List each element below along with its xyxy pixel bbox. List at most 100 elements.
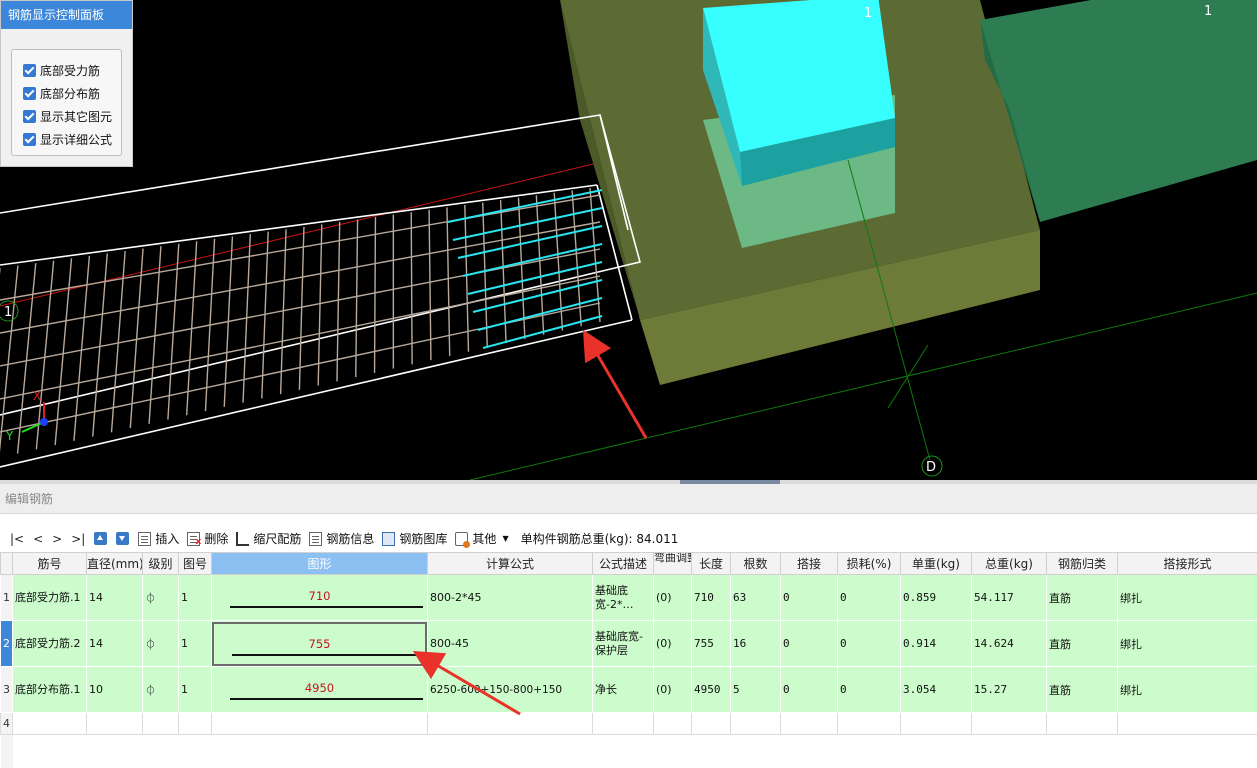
cell-length[interactable]: 4950 — [691, 666, 731, 713]
cell-lap[interactable]: 0 — [780, 666, 838, 713]
rebar-library-button[interactable]: 钢筋图库 — [382, 530, 447, 547]
col-header[interactable]: 计算公式 — [427, 552, 593, 575]
cell-length[interactable]: 755 — [691, 620, 731, 667]
col-header[interactable]: 直径(mm) — [86, 552, 143, 575]
col-header[interactable]: 单重(kg) — [900, 552, 972, 575]
cell-total-weight[interactable]: 54.117 — [971, 574, 1047, 621]
grid-label-top: 1 — [864, 6, 872, 21]
cell-shape[interactable]: 755 — [211, 620, 428, 667]
table-row-empty[interactable]: 4 — [0, 712, 1257, 735]
scale-rebar-button[interactable]: 缩尺配筋 — [236, 530, 301, 547]
3d-viewport[interactable]: X Y 1 1 1 D 钢筋显示控制面板 底部受力筋 底部分布筋 显示其它图元 … — [0, 0, 1257, 480]
col-header[interactable]: 总重(kg) — [971, 552, 1047, 575]
shape-length: 755 — [308, 636, 331, 651]
cell-lap[interactable]: 0 — [780, 620, 838, 667]
cell-formula[interactable]: 800-45 — [427, 620, 593, 667]
cell-category[interactable]: 直筋 — [1046, 666, 1118, 713]
cell-lap-type[interactable]: 绑扎 — [1117, 620, 1257, 667]
editor-title: 编辑钢筋 — [0, 484, 1257, 514]
cell-formula[interactable]: 6250-600+150-800+150 — [427, 666, 593, 713]
col-header[interactable]: 搭接形式 — [1117, 552, 1257, 575]
col-header[interactable]: 弯曲调整 — [653, 552, 692, 575]
cell-grade[interactable]: ⏀ — [142, 666, 179, 713]
cell-bend[interactable]: (0) — [653, 620, 692, 667]
cell-grade[interactable]: ⏀ — [142, 620, 179, 667]
row-number[interactable]: 2 — [0, 620, 13, 667]
cell-desc[interactable]: 净长 — [592, 666, 654, 713]
cell-shape[interactable]: 710 — [211, 574, 428, 621]
checkbox-icon[interactable] — [23, 110, 36, 123]
cell-name[interactable]: 底部分布筋.1 — [12, 666, 87, 713]
cell-shape[interactable]: 4950 — [211, 666, 428, 713]
cell-fig[interactable]: 1 — [178, 620, 212, 667]
cell-unit-weight[interactable]: 0.859 — [900, 574, 972, 621]
cell-loss[interactable]: 0 — [837, 620, 901, 667]
col-header[interactable]: 长度 — [691, 552, 731, 575]
table-row[interactable]: 3 底部分布筋.1 10 ⏀ 1 4950 6250-600+150-800+1… — [0, 666, 1257, 713]
nav-first-button[interactable]: |< — [10, 532, 24, 546]
col-header[interactable]: 损耗(%) — [837, 552, 901, 575]
move-down-icon[interactable] — [116, 532, 130, 545]
cell-loss[interactable]: 0 — [837, 666, 901, 713]
cell-desc[interactable]: 基础底宽-保护层 — [592, 620, 654, 667]
other-menu-button[interactable]: 其他 ▼ — [455, 530, 509, 548]
col-header[interactable]: 筋号 — [12, 552, 87, 575]
option-show-detail-formula[interactable]: 显示详细公式 — [12, 128, 121, 151]
cell-formula[interactable]: 800-2*45 — [427, 574, 593, 621]
cell-unit-weight[interactable]: 3.054 — [900, 666, 972, 713]
col-header[interactable]: 公式描述 — [592, 552, 654, 575]
rebar-info-button[interactable]: 钢筋信息 — [309, 530, 374, 547]
cell-name[interactable]: 底部受力筋.2 — [12, 620, 87, 667]
row-number[interactable]: 1 — [0, 574, 13, 621]
cell-length[interactable]: 710 — [691, 574, 731, 621]
cell-diameter[interactable]: 10 — [86, 666, 143, 713]
col-header[interactable]: 钢筋归类 — [1046, 552, 1118, 575]
cell-bend[interactable]: (0) — [653, 574, 692, 621]
cell-desc[interactable]: 基础底宽-2*… — [592, 574, 654, 621]
move-up-icon[interactable] — [94, 532, 108, 545]
cell-fig[interactable]: 1 — [178, 574, 212, 621]
table-row[interactable]: 2 底部受力筋.2 14 ⏀ 1 755 800-45 基础底宽-保护层 (0)… — [0, 620, 1257, 667]
row-number[interactable]: 4 — [0, 712, 13, 735]
cell-lap-type[interactable]: 绑扎 — [1117, 666, 1257, 713]
option-bottom-main-rebar[interactable]: 底部受力筋 — [12, 59, 121, 82]
col-header[interactable]: 搭接 — [780, 552, 838, 575]
cell-bend[interactable]: (0) — [653, 666, 692, 713]
delete-button[interactable]: x 删除 — [187, 530, 228, 547]
cell-lap[interactable]: 0 — [780, 574, 838, 621]
col-header[interactable]: 根数 — [730, 552, 781, 575]
cell-total-weight[interactable]: 14.624 — [971, 620, 1047, 667]
cell-count[interactable]: 5 — [730, 666, 781, 713]
cell-loss[interactable]: 0 — [837, 574, 901, 621]
option-bottom-dist-rebar[interactable]: 底部分布筋 — [12, 82, 121, 105]
cell-lap-type[interactable]: 绑扎 — [1117, 574, 1257, 621]
cell-diameter[interactable]: 14 — [86, 620, 143, 667]
insert-button[interactable]: 插入 — [138, 530, 179, 547]
cell-grade[interactable]: ⏀ — [142, 574, 179, 621]
rebar-line-icon — [232, 653, 421, 656]
col-header[interactable]: 图形 — [211, 552, 428, 575]
cell-fig[interactable]: 1 — [178, 666, 212, 713]
cell-count[interactable]: 16 — [730, 620, 781, 667]
cell-total-weight[interactable]: 15.27 — [971, 666, 1047, 713]
cell-name[interactable]: 底部受力筋.1 — [12, 574, 87, 621]
cell-diameter[interactable]: 14 — [86, 574, 143, 621]
col-header[interactable]: 级别 — [142, 552, 179, 575]
cell-count[interactable]: 63 — [730, 574, 781, 621]
nav-prev-button[interactable]: < — [33, 532, 43, 546]
nav-next-button[interactable]: > — [52, 532, 62, 546]
total-weight: 单构件钢筋总重(kg): 84.011 — [520, 532, 679, 546]
cell-unit-weight[interactable]: 0.914 — [900, 620, 972, 667]
col-header[interactable]: 图号 — [178, 552, 212, 575]
cell-category[interactable]: 直筋 — [1046, 620, 1118, 667]
rebar-line-icon — [230, 697, 423, 700]
checkbox-icon[interactable] — [23, 133, 36, 146]
option-show-other-elements[interactable]: 显示其它图元 — [12, 105, 121, 128]
nav-last-button[interactable]: >| — [71, 532, 85, 546]
table-row[interactable]: 1 底部受力筋.1 14 ⏀ 1 710 800-2*45 基础底宽-2*… (… — [0, 574, 1257, 621]
checkbox-icon[interactable] — [23, 64, 36, 77]
checkbox-icon[interactable] — [23, 87, 36, 100]
delete-icon: x — [187, 531, 201, 547]
row-number[interactable]: 3 — [0, 666, 13, 713]
cell-category[interactable]: 直筋 — [1046, 574, 1118, 621]
